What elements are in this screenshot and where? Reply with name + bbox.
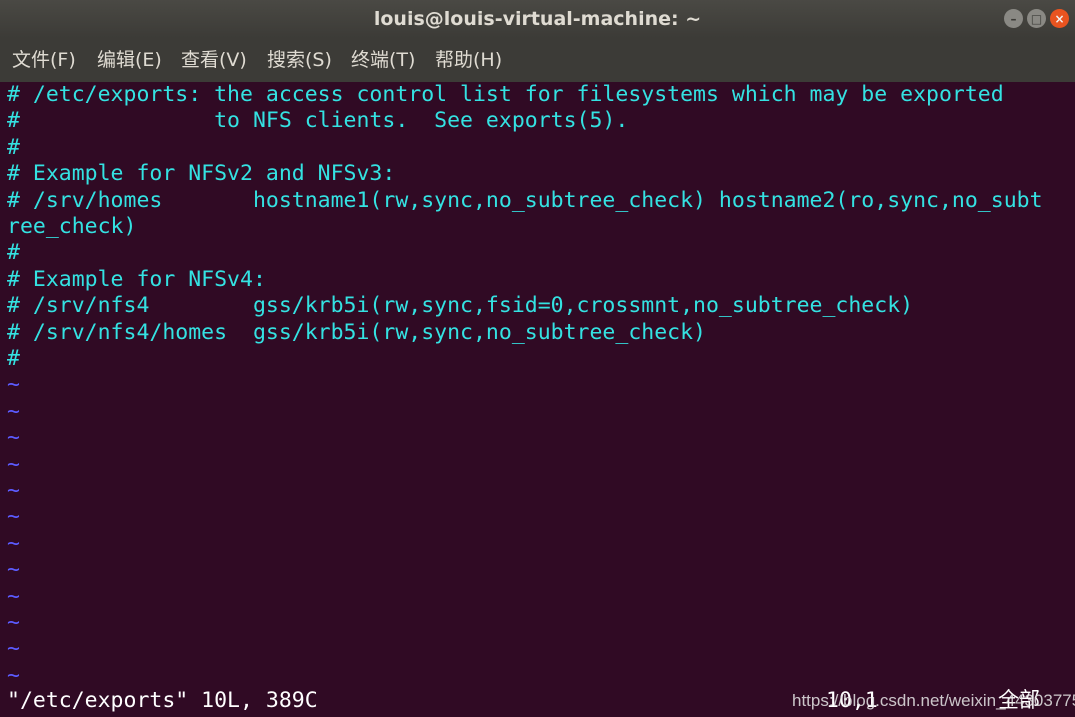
empty-line-tilde: ~: [7, 557, 20, 583]
empty-line-tilde: ~: [7, 451, 20, 477]
empty-line-tilde: ~: [7, 583, 20, 609]
code-line: # to NFS clients. See exports(5).: [7, 108, 629, 134]
code-line: ree_check): [7, 214, 137, 239]
menu-terminal[interactable]: 终端(T): [351, 38, 415, 82]
empty-line-tilde: ~: [7, 425, 20, 451]
menu-file[interactable]: 文件(F): [12, 38, 76, 82]
empty-line-tilde: ~: [7, 610, 20, 635]
menu-search[interactable]: 搜索(S): [267, 38, 332, 82]
watermark: https://blog.csdn.net/weixin_44303775: [792, 691, 1075, 710]
window-title: louis@louis-virtual-machine: ~: [373, 8, 702, 30]
empty-line-tilde: ~: [7, 504, 20, 530]
empty-line-tilde: ~: [7, 478, 20, 503]
empty-line-tilde: ~: [7, 530, 20, 556]
code-line: #: [7, 134, 20, 160]
title-bar[interactable]: louis@louis-virtual-machine: ~ – □ ×: [0, 0, 1075, 38]
code-line: # Example for NFSv2 and NFSv3:: [7, 161, 396, 187]
empty-line-tilde: ~: [7, 398, 20, 424]
code-line: # /etc/exports: the access control list …: [7, 82, 1004, 107]
maximize-button[interactable]: □: [1027, 9, 1046, 28]
menu-view[interactable]: 查看(V): [181, 38, 247, 82]
menu-edit[interactable]: 编辑(E): [97, 38, 162, 82]
terminal-area[interactable]: # /etc/exports: the access control list …: [0, 82, 1075, 717]
minimize-button[interactable]: –: [1004, 9, 1023, 28]
empty-line-tilde: ~: [7, 636, 20, 662]
empty-line-tilde: ~: [7, 372, 20, 398]
code-line: #: [7, 240, 20, 266]
code-line: # /srv/nfs4 gss/krb5i(rw,sync,fsid=0,cro…: [7, 293, 914, 319]
menu-help[interactable]: 帮助(H): [435, 38, 502, 82]
code-line: #: [7, 346, 20, 371]
code-line: # /srv/homes hostname1(rw,sync,no_subtre…: [7, 187, 1043, 213]
status-file-info: "/etc/exports" 10L, 389C: [7, 688, 318, 713]
code-line: # /srv/nfs4/homes gss/krb5i(rw,sync,no_s…: [7, 319, 706, 345]
empty-line-tilde: ~: [7, 662, 20, 688]
code-line: # Example for NFSv4:: [7, 266, 266, 292]
menu-bar: 文件(F) 编辑(E) 查看(V) 搜索(S) 终端(T) 帮助(H): [0, 38, 1075, 82]
close-button[interactable]: ×: [1050, 9, 1069, 28]
